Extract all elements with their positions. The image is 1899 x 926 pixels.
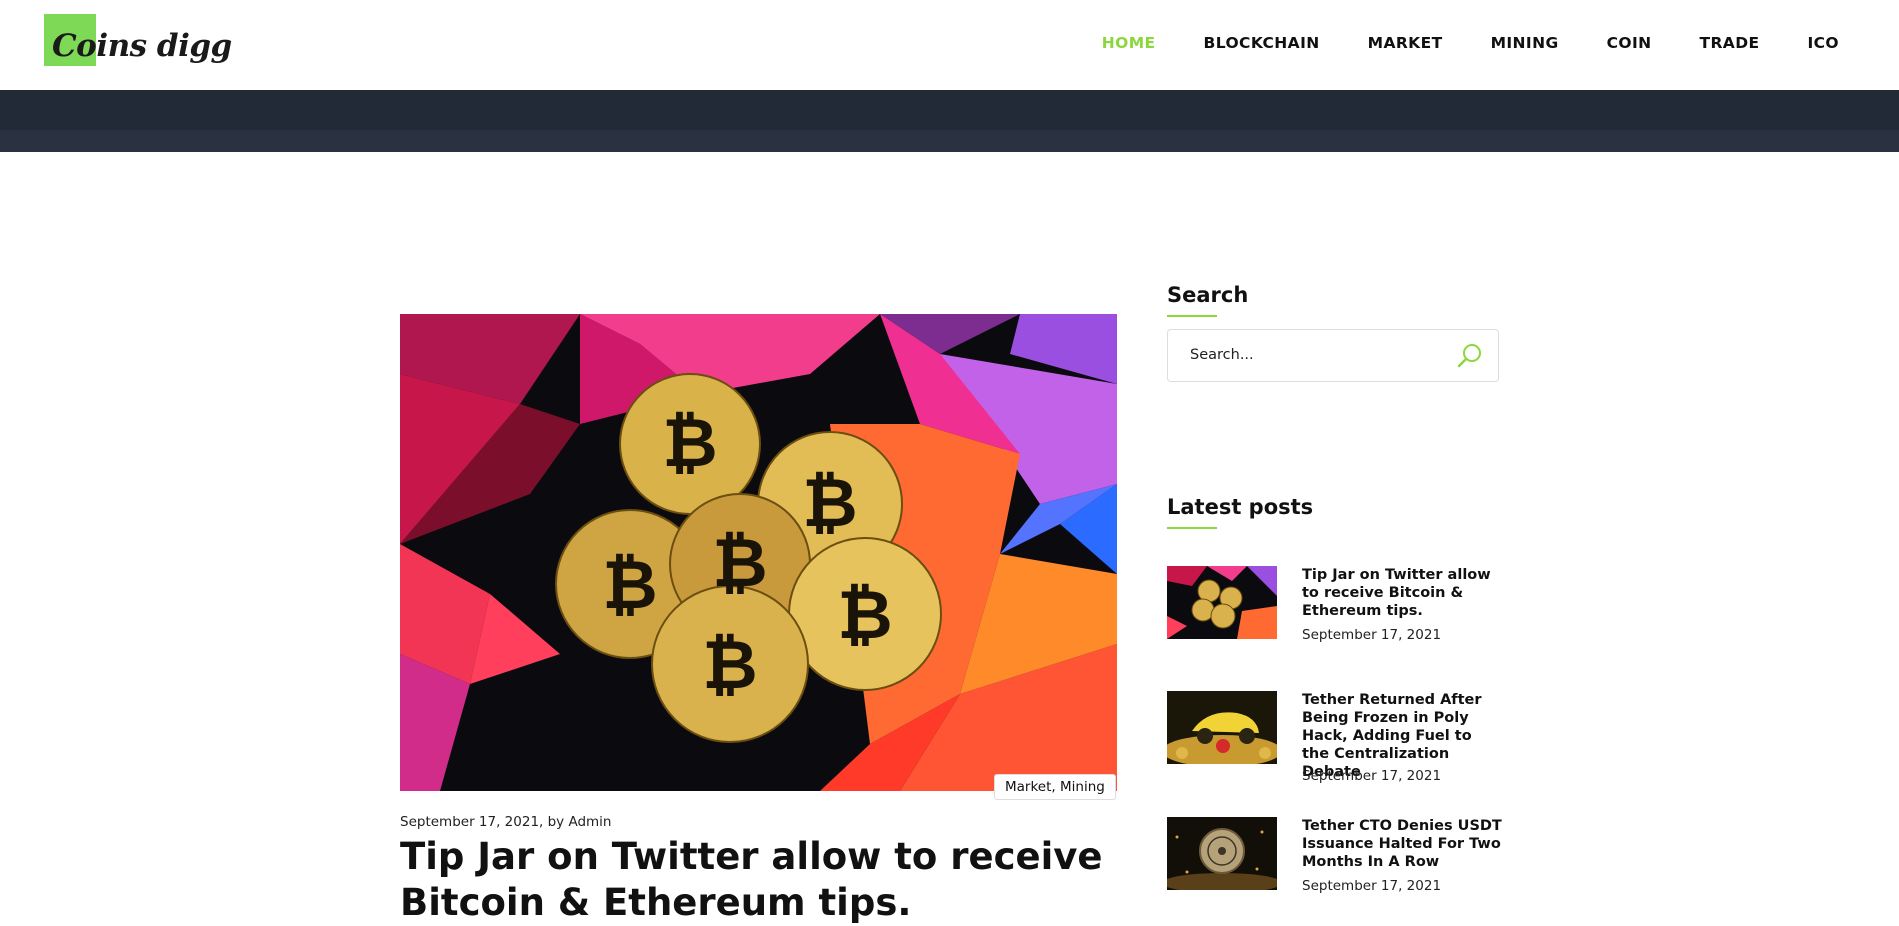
search-input[interactable] [1188,346,1432,364]
nav-market[interactable]: MARKET [1368,34,1443,52]
nav-coin[interactable]: COIN [1607,34,1652,52]
post-date: September 17, 2021 [1302,768,1442,784]
svg-text:₿: ₿ [602,546,657,625]
svg-text:₿: ₿ [837,576,892,655]
post-thumbnail[interactable] [1167,566,1277,639]
search-heading-underline [1167,315,1217,317]
nav-ico[interactable]: ICO [1807,34,1839,52]
article-meta: September 17, 2021, by Admin [400,814,612,830]
post-thumbnail[interactable] [1167,817,1277,890]
post-date: September 17, 2021 [1302,878,1442,894]
nav-home[interactable]: HOME [1102,34,1156,52]
search-heading: Search [1167,283,1249,307]
featured-image[interactable]: ₿ ₿ ₿ ₿ ₿ ₿ [400,314,1117,791]
logo-text: Coins digg [52,28,232,64]
latest-posts-underline [1167,527,1217,529]
post-title[interactable]: Tip Jar on Twitter allow to receive Bitc… [1302,566,1502,620]
nav-trade[interactable]: TRADE [1700,34,1760,52]
post-date: September 17, 2021 [1302,627,1442,643]
svg-text:₿: ₿ [702,626,757,705]
header-band-lower [0,130,1899,152]
category-badge[interactable]: Market, Mining [994,774,1116,800]
search-form [1167,329,1499,382]
bitcoin-coins-image: ₿ ₿ ₿ ₿ ₿ ₿ [400,314,1117,791]
post-title[interactable]: Tether CTO Denies USDT Issuance Halted F… [1302,817,1502,871]
nav-blockchain[interactable]: BLOCKCHAIN [1204,34,1320,52]
search-icon[interactable] [1456,342,1484,370]
site-header: Coins digg HOME BLOCKCHAIN MARKET MINING… [0,0,1899,90]
svg-text:₿: ₿ [712,524,767,603]
nav-mining[interactable]: MINING [1491,34,1559,52]
site-logo[interactable]: Coins digg [44,14,244,68]
svg-text:₿: ₿ [802,464,857,543]
main-nav: HOME BLOCKCHAIN MARKET MINING COIN TRADE… [1102,34,1839,52]
svg-text:₿: ₿ [662,404,717,483]
article-title[interactable]: Tip Jar on Twitter allow to receive Bitc… [400,834,1120,926]
post-thumbnail[interactable] [1167,691,1277,764]
latest-posts-heading: Latest posts [1167,495,1314,519]
